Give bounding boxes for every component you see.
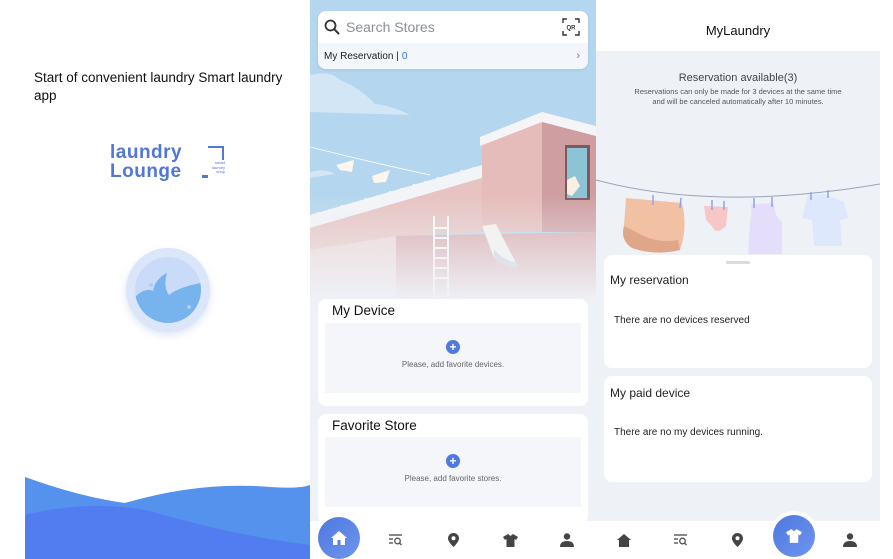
reservation-count: 0 xyxy=(401,50,408,62)
add-device-area[interactable]: + Please, add favorite devices. xyxy=(325,323,581,393)
add-store-icon[interactable]: + xyxy=(446,454,460,468)
list-search-icon xyxy=(674,534,687,546)
my-reservation-card: My reservation There are no devices rese… xyxy=(604,255,872,368)
add-store-message: Please, add favorite stores. xyxy=(404,474,502,483)
reservation-label: My Reservation | xyxy=(324,50,399,62)
washing-machine-icon xyxy=(126,248,210,332)
favorite-store-title: Favorite Store xyxy=(332,418,417,433)
nav-my-laundry[interactable] xyxy=(773,515,815,557)
my-paid-device-card: My paid device There are no my devices r… xyxy=(604,376,872,482)
qr-code-icon: QR xyxy=(562,18,580,36)
shirt-icon xyxy=(786,529,802,543)
nav-store-list[interactable] xyxy=(376,521,416,559)
my-device-title: My Device xyxy=(332,303,396,318)
location-pin-icon xyxy=(731,533,743,547)
nav-store-list[interactable] xyxy=(661,521,701,559)
nav-map[interactable] xyxy=(717,521,757,559)
reservation-available-title: Reservation available(3) xyxy=(678,72,798,84)
location-pin-icon xyxy=(447,533,459,547)
nav-my-laundry[interactable] xyxy=(490,521,530,559)
search-input[interactable]: Search Stores xyxy=(346,19,562,35)
laundry-lounge-logo: laundry Lounge smart laundry shop xyxy=(110,142,230,187)
home-icon xyxy=(331,531,347,545)
favorite-store-card: Favorite Store + Please, add favorite st… xyxy=(318,414,588,524)
no-reservation-message: There are no devices reserved xyxy=(614,315,750,326)
splash-title: Start of convenient laundry Smart laundr… xyxy=(34,70,283,103)
clothesline-illustration xyxy=(596,179,880,254)
drag-handle[interactable] xyxy=(726,261,750,264)
list-search-icon xyxy=(389,534,402,546)
qr-scan-button[interactable]: QR xyxy=(562,18,580,36)
home-screen: Search Stores QR My Reservation | 0 › My… xyxy=(310,0,596,559)
logo-line2: Lounge xyxy=(110,161,182,182)
logo-dash xyxy=(202,175,208,178)
nav-profile[interactable] xyxy=(830,521,870,559)
home-icon xyxy=(617,533,631,547)
person-icon xyxy=(843,533,857,547)
store-search-bar[interactable]: Search Stores QR xyxy=(318,11,588,43)
mylaundry-screen: MyLaundry Reservation available(3) Reser… xyxy=(596,0,893,559)
nav-home[interactable] xyxy=(318,517,360,559)
add-store-area[interactable]: + Please, add favorite stores. xyxy=(325,437,581,507)
person-icon xyxy=(560,533,574,547)
my-reservation-title: My reservation xyxy=(610,273,689,287)
wave-decoration xyxy=(25,477,310,559)
my-reservation-link[interactable]: My Reservation | 0 › xyxy=(318,43,588,69)
bottom-navigation xyxy=(310,517,596,559)
search-card: Search Stores QR My Reservation | 0 › xyxy=(318,11,588,69)
bottom-navigation xyxy=(596,515,880,559)
svg-text:QR: QR xyxy=(567,26,577,32)
nav-profile[interactable] xyxy=(547,521,587,559)
no-running-device-message: There are no my devices running. xyxy=(614,427,763,438)
reservation-description: Reservations can only be made for 3 devi… xyxy=(634,87,842,106)
chevron-right-icon: › xyxy=(576,50,580,62)
my-device-card: My Device + Please, add favorite devices… xyxy=(318,299,588,406)
nav-map[interactable] xyxy=(433,521,473,559)
shirt-icon xyxy=(502,533,518,547)
page-title: MyLaundry xyxy=(705,23,771,38)
logo-tagline: smart laundry shop xyxy=(211,160,225,174)
nav-home[interactable] xyxy=(604,521,644,559)
splash-screen: Start of convenient laundry Smart laundr… xyxy=(0,0,310,559)
add-device-icon[interactable]: + xyxy=(446,340,460,354)
add-device-message: Please, add favorite devices. xyxy=(401,360,505,369)
my-paid-device-title: My paid device xyxy=(610,386,691,400)
search-icon xyxy=(324,19,340,35)
logo-bracket xyxy=(208,146,224,160)
